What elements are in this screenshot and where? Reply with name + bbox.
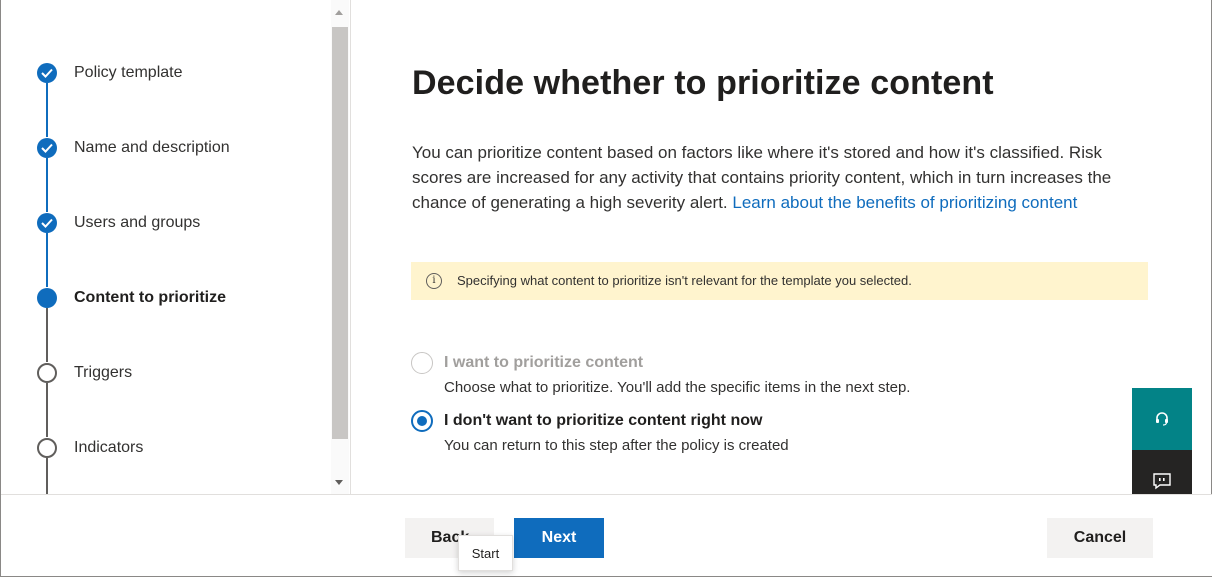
option-title: I don't want to prioritize content right… <box>444 412 763 429</box>
info-icon: i <box>426 273 442 289</box>
empty-circle-icon <box>37 438 57 458</box>
tooltip: Start <box>458 535 513 571</box>
page-description: You can prioritize content based on fact… <box>412 140 1132 215</box>
option-title: I want to prioritize content <box>444 354 644 371</box>
help-button[interactable] <box>1132 388 1192 450</box>
info-banner: i Specifying what content to prioritize … <box>411 262 1148 300</box>
scroll-up-icon[interactable] <box>335 10 343 15</box>
check-circle-icon <box>37 63 57 83</box>
step-label: Content to prioritize <box>74 289 226 306</box>
next-button[interactable]: Next <box>514 518 604 558</box>
page-title: Decide whether to prioritize content <box>412 64 994 102</box>
wizard-window: Policy template Name and description Use… <box>0 0 1212 577</box>
learn-more-link[interactable]: Learn about the benefits of prioritizing… <box>732 193 1077 212</box>
feedback-icon <box>1153 472 1171 489</box>
empty-circle-icon <box>37 363 57 383</box>
check-circle-icon <box>37 138 57 158</box>
banner-message: Specifying what content to prioritize is… <box>457 273 912 288</box>
current-step-icon <box>37 288 57 308</box>
step-connector <box>46 83 48 137</box>
step-label: Name and description <box>74 139 230 156</box>
wizard-step-panel: Policy template Name and description Use… <box>1 0 351 494</box>
step-label: Indicators <box>74 439 144 456</box>
headset-icon <box>1156 412 1168 426</box>
radio-button[interactable] <box>411 352 433 374</box>
main-content: Decide whether to prioritize content You… <box>352 0 1202 494</box>
step-connector <box>46 458 48 494</box>
option-subtitle: Choose what to prioritize. You'll add th… <box>444 379 911 396</box>
step-connector <box>46 308 48 362</box>
step-connector <box>46 233 48 287</box>
step-panel-scrollbar[interactable] <box>331 0 349 494</box>
scrollbar-thumb[interactable] <box>332 27 348 439</box>
scroll-down-icon[interactable] <box>335 480 343 485</box>
wizard-footer: Back Next Cancel Start <box>1 494 1212 576</box>
radio-button-selected[interactable] <box>411 410 433 432</box>
check-circle-icon <box>37 213 57 233</box>
step-label: Users and groups <box>74 214 201 231</box>
step-connector <box>46 158 48 212</box>
step-label: Triggers <box>74 364 133 381</box>
step-connector <box>46 383 48 437</box>
cancel-button[interactable]: Cancel <box>1047 518 1153 558</box>
option-subtitle: You can return to this step after the po… <box>444 437 789 454</box>
step-label: Policy template <box>74 64 183 81</box>
